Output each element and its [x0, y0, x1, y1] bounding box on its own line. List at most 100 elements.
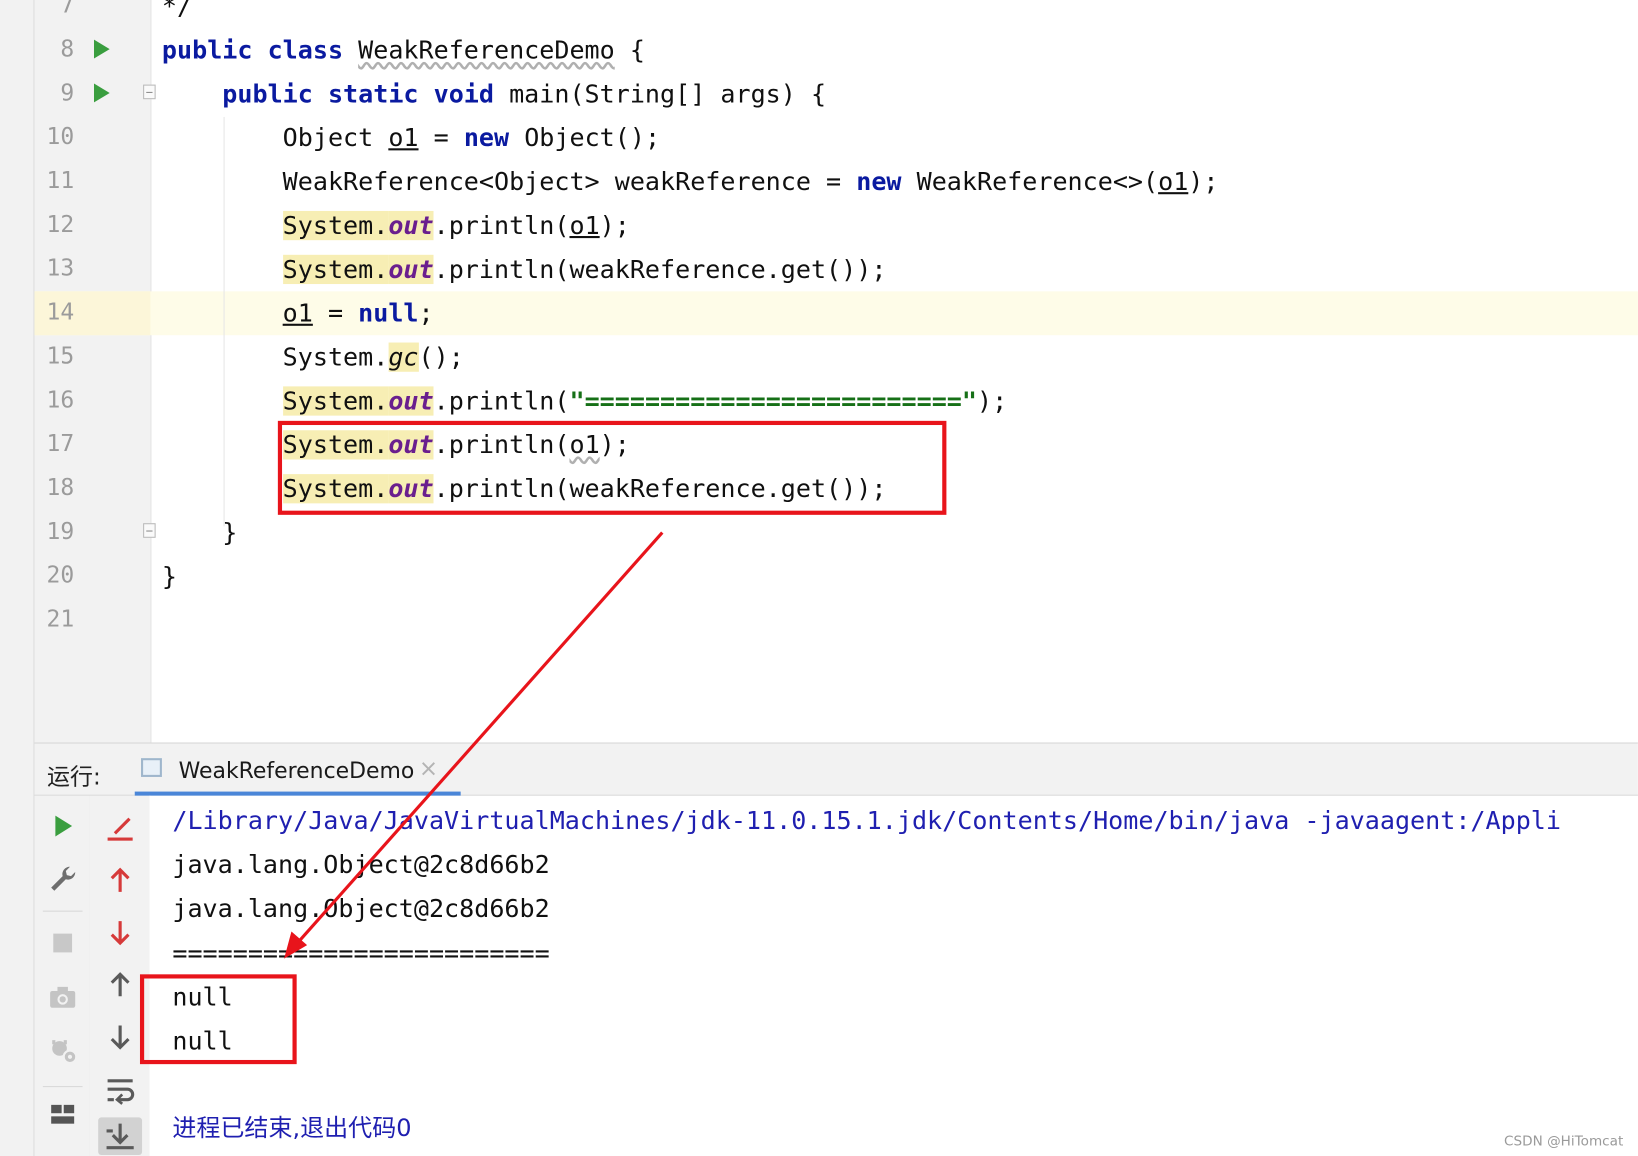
up-red-icon[interactable]: [104, 865, 135, 896]
highlighted-token: System.: [282, 254, 389, 285]
line-number-cell: 9: [34, 72, 156, 116]
plain-token: WeakReference<Object> weakReference =: [161, 167, 857, 197]
camera-icon[interactable]: [47, 982, 78, 1013]
code-line[interactable]: 11 WeakReference<Object> weakReference =…: [34, 160, 1637, 204]
plain-token: .println(: [433, 210, 570, 241]
plain-token: ;: [418, 298, 434, 328]
code-line[interactable]: 13 System.out.println(weakReference.get(…: [34, 247, 1637, 291]
line-number: 16: [46, 387, 75, 414]
static-field-token: out: [388, 210, 434, 241]
line-number-cell: 17: [34, 423, 150, 467]
code-text: }: [162, 562, 177, 591]
code-line[interactable]: 21: [34, 598, 1637, 642]
run-toolbar-left: [34, 795, 91, 1156]
code-line[interactable]: 20}: [34, 555, 1637, 599]
code-text: System.out.println("====================…: [162, 386, 1007, 416]
down-red-icon[interactable]: [104, 917, 135, 948]
plain-token: );: [599, 210, 630, 241]
code-line[interactable]: 8 public class WeakReferenceDemo {: [34, 28, 1637, 72]
line-number-cell: 10: [34, 116, 150, 160]
code-text: public class WeakReferenceDemo {: [162, 36, 645, 65]
toolbar-separator: [42, 1086, 83, 1088]
code-editor[interactable]: 7 */ 8 public class WeakReferenceDemo { 9 pu…: [34, 0, 1638, 743]
scroll-to-end-icon[interactable]: [98, 1117, 143, 1155]
run-panel-header: 运行: WeakReferenceDemo ×: [34, 742, 1638, 796]
code-text: o1 = null;: [162, 299, 434, 328]
line-number-cell: 20: [34, 555, 150, 599]
line-number-cell: 15: [34, 335, 150, 379]
layout-icon[interactable]: [47, 1099, 78, 1130]
down-icon[interactable]: [104, 1021, 135, 1052]
wrench-icon[interactable]: [47, 863, 78, 894]
keyword-token: public class: [161, 35, 359, 65]
code-text: Object o1 = new Object();: [162, 123, 660, 152]
line-number-cell: 19: [34, 511, 156, 555]
code-line[interactable]: 19 }: [34, 511, 1637, 555]
line-number: 9: [60, 80, 75, 107]
line-number-cell: 8: [34, 28, 150, 72]
clear-icon[interactable]: [104, 812, 135, 843]
line-number-cell: 16: [34, 379, 150, 423]
line-number: 18: [46, 475, 75, 502]
code-text: System.gc();: [162, 342, 464, 372]
line-number: 14: [46, 299, 75, 326]
console-command-line: /Library/Java/JavaVirtualMachines/jdk-11…: [172, 806, 1561, 836]
annotation-box-output: [139, 974, 297, 1065]
line-number-cell: 18: [34, 467, 150, 511]
close-icon[interactable]: ×: [419, 756, 438, 782]
code-line[interactable]: 12 System.out.println(o1);: [34, 204, 1637, 248]
debug-settings-icon[interactable]: [47, 1034, 78, 1065]
code-line[interactable]: 10 Object o1 = new Object();: [34, 116, 1637, 160]
stop-icon[interactable]: [47, 927, 78, 958]
up-icon[interactable]: [104, 969, 135, 1000]
line-number: 19: [46, 519, 75, 546]
soft-wrap-icon[interactable]: [104, 1074, 135, 1105]
code-text: System.out.println(weakReference.get());: [162, 254, 887, 285]
line-number-cell: 21: [34, 598, 150, 642]
line-number-cell: 11: [34, 160, 150, 204]
highlighted-token: System.: [282, 386, 389, 416]
fold-icon[interactable]: [143, 84, 156, 100]
highlighted-token: System.: [282, 210, 389, 241]
keyword-token: null: [358, 298, 419, 328]
ide-window: 7 */ 8 public class WeakReferenceDemo { 9 pu…: [0, 0, 1638, 1156]
plain-token: );: [1188, 167, 1219, 197]
tab-weakreferencedemo[interactable]: WeakReferenceDemo ×: [135, 744, 461, 796]
console-exit-message: 进程已结束,退出代码0: [172, 1115, 412, 1143]
line-number: 7: [60, 0, 75, 19]
plain-token: =: [418, 123, 464, 153]
plain-token: */: [161, 0, 193, 21]
code-text: public static void main(String[] args) {: [162, 79, 826, 108]
gutter-run-icon[interactable]: [94, 83, 110, 103]
line-number: 13: [46, 255, 75, 282]
plain-token: .println(weakReference.get());: [433, 254, 887, 285]
static-field-token: out: [388, 386, 434, 416]
code-line[interactable]: 7 */: [34, 0, 1637, 28]
code-line[interactable]: 14 o1 = null;: [34, 291, 1638, 336]
code-line[interactable]: 16 System.out.println("=================…: [34, 379, 1637, 423]
plain-token: }: [161, 517, 238, 548]
variable-token: o1: [569, 210, 600, 241]
annotation-box-code: [277, 420, 947, 515]
run-icon[interactable]: [47, 810, 78, 841]
line-number: 15: [46, 343, 75, 370]
code-line[interactable]: 15 System.gc();: [34, 335, 1637, 379]
line-number-cell: 13: [34, 247, 150, 291]
line-number: 8: [60, 36, 75, 63]
line-number: 11: [46, 168, 75, 195]
fold-icon[interactable]: [143, 523, 156, 538]
plain-token: main(String[] args) {: [509, 79, 827, 109]
console-output-line: =========================: [172, 938, 550, 968]
line-number: 20: [46, 562, 75, 589]
console-output[interactable]: /Library/Java/JavaVirtualMachines/jdk-11…: [149, 795, 1638, 1156]
code-line[interactable]: 9 public static void main(String[] args)…: [34, 72, 1637, 116]
keyword-token: new: [856, 167, 917, 197]
plain-token: ();: [418, 342, 464, 372]
console-output-line: java.lang.Object@2c8d66b2: [172, 894, 550, 924]
line-number-cell: 14: [34, 291, 151, 336]
gutter-run-icon[interactable]: [94, 39, 110, 59]
code-text: */: [162, 0, 192, 21]
